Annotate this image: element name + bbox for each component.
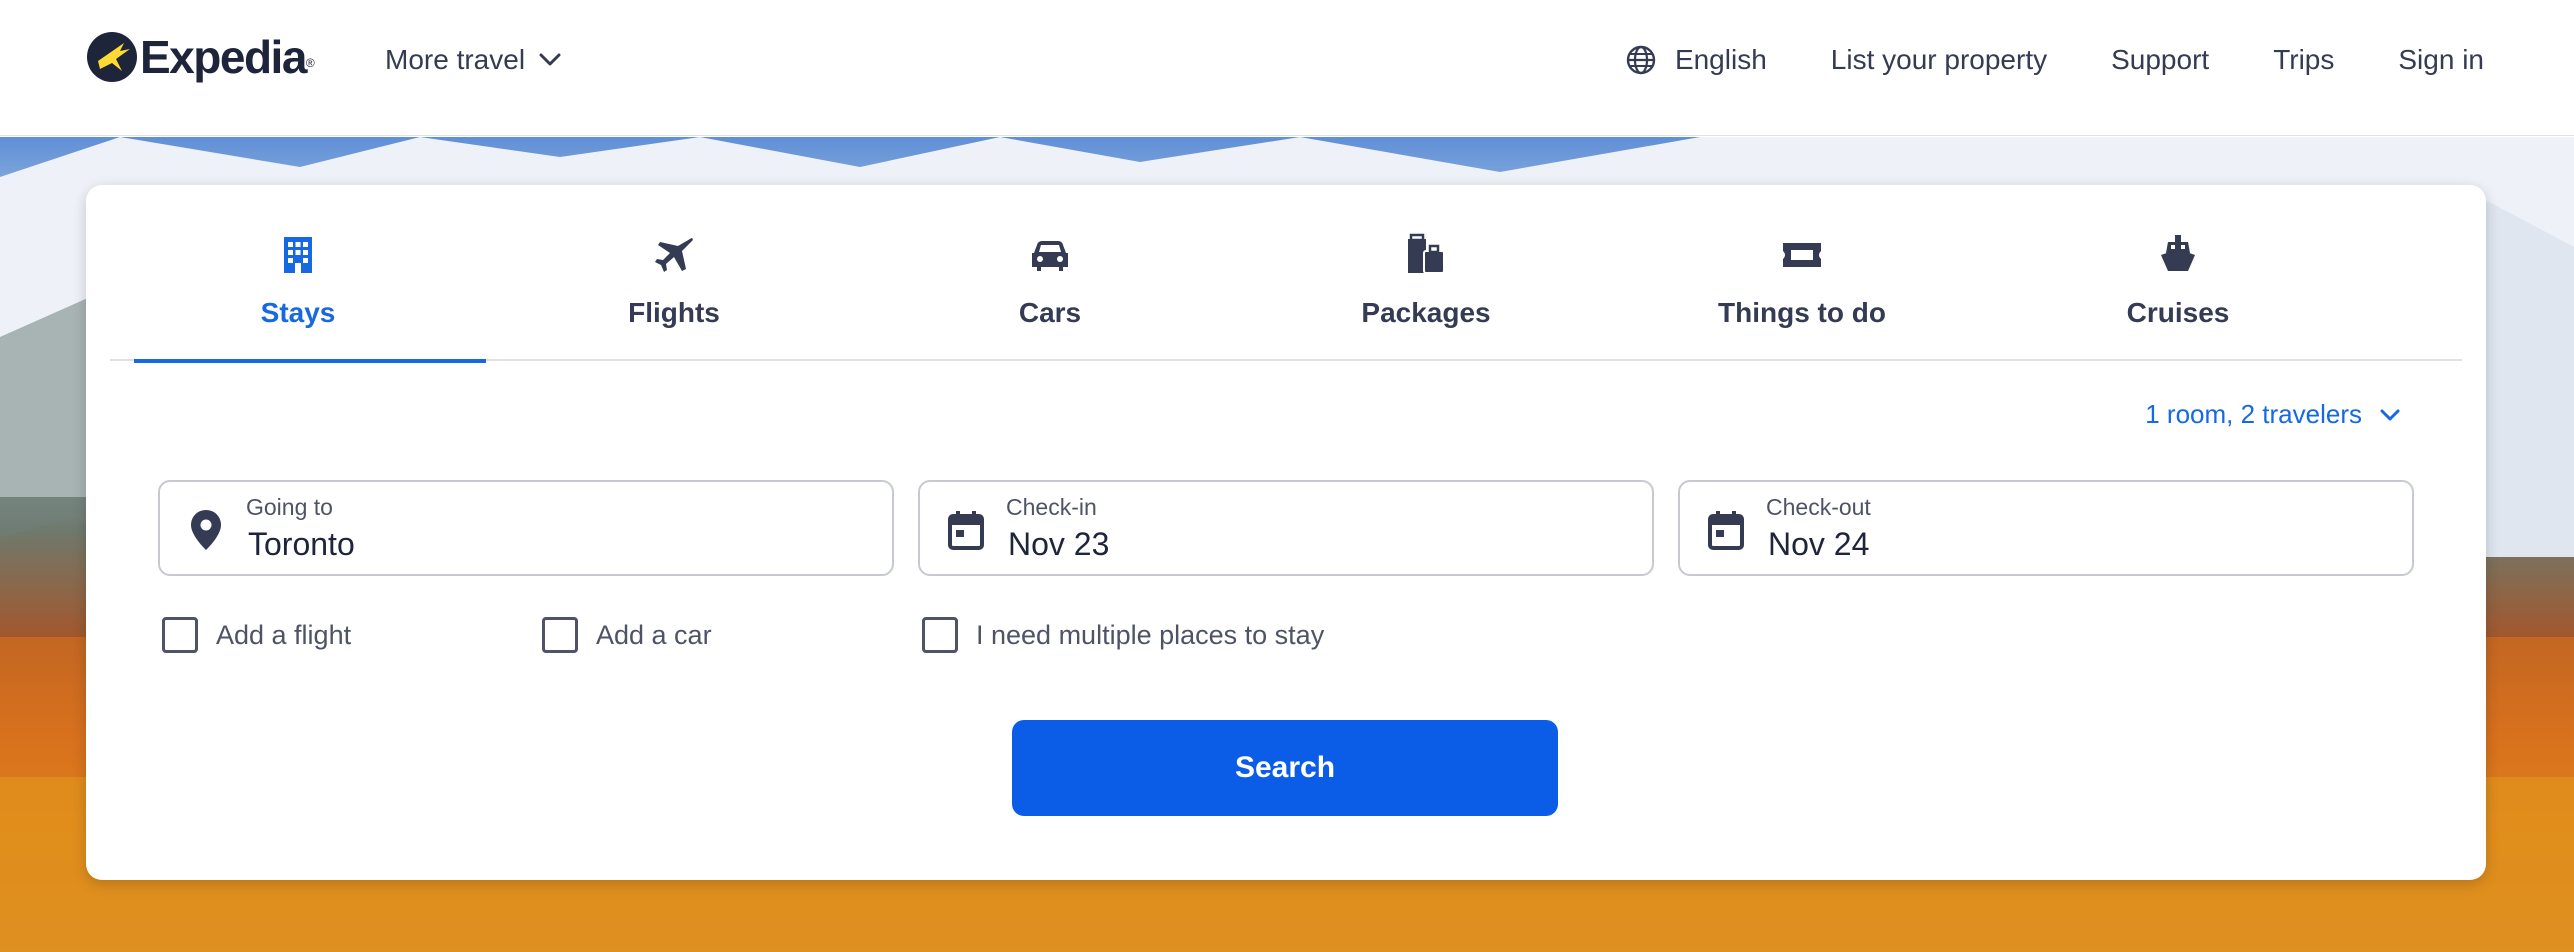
checkbox-box[interactable] xyxy=(922,617,958,653)
multiple-places-label: I need multiple places to stay xyxy=(976,619,1325,650)
tab-cruises[interactable]: Cruises xyxy=(1990,185,2366,361)
search-button[interactable]: Search xyxy=(1012,720,1558,816)
list-your-property-link[interactable]: List your property xyxy=(1831,44,2047,76)
tab-flights[interactable]: Flights xyxy=(486,185,862,361)
tab-stays-label: Stays xyxy=(260,297,336,328)
checkbox-box[interactable] xyxy=(162,617,198,653)
location-pin-icon xyxy=(191,510,221,550)
tab-things-to-do[interactable]: Things to do xyxy=(1614,185,1990,361)
travel-type-tabs: Stays Flights Cars Packages Things to do… xyxy=(110,185,2462,363)
expedia-logo-icon xyxy=(87,32,137,82)
check-out-value: Nov 24 xyxy=(1768,526,1870,562)
cruise-ship-icon xyxy=(2161,235,2195,271)
tab-packages-label: Packages xyxy=(1361,297,1491,328)
check-out-field[interactable]: Check-out Nov 24 xyxy=(1678,480,2414,576)
tab-cars[interactable]: Cars xyxy=(862,185,1238,361)
trips-link[interactable]: Trips xyxy=(2273,44,2334,76)
tab-cars-label: Cars xyxy=(1018,297,1082,328)
tab-flights-label: Flights xyxy=(628,297,720,328)
check-in-label: Check-in xyxy=(1006,494,1097,520)
more-travel-label: More travel xyxy=(385,44,526,75)
chevron-down-icon xyxy=(539,53,561,66)
calendar-icon xyxy=(948,511,984,550)
check-in-field[interactable]: Check-in Nov 23 xyxy=(918,480,1654,576)
tab-cruises-label: Cruises xyxy=(2126,297,2230,328)
more-travel-menu[interactable]: More travel xyxy=(385,44,561,76)
globe-icon xyxy=(1626,45,1656,75)
car-icon xyxy=(1032,241,1068,271)
logo-text: Expedia xyxy=(140,31,307,83)
calendar-icon xyxy=(1708,511,1744,550)
multiple-places-checkbox[interactable]: I need multiple places to stay xyxy=(922,617,1324,653)
going-to-field[interactable]: Going to Toronto xyxy=(158,480,894,576)
registered-mark: ® xyxy=(305,56,315,70)
tab-packages[interactable]: Packages xyxy=(1238,185,1614,361)
support-link[interactable]: Support xyxy=(2111,44,2209,76)
add-car-checkbox[interactable]: Add a car xyxy=(542,617,712,653)
language-selector[interactable]: English xyxy=(1625,44,1767,76)
going-to-label: Going to xyxy=(246,494,333,520)
add-flight-checkbox[interactable]: Add a flight xyxy=(162,617,351,653)
header-nav: English List your property Support Trips… xyxy=(1625,44,2484,76)
add-car-label: Add a car xyxy=(596,619,712,650)
add-flight-label: Add a flight xyxy=(216,619,352,650)
search-card: Stays Flights Cars Packages Things to do… xyxy=(86,185,2486,880)
chevron-down-icon xyxy=(2380,409,2400,420)
going-to-value: Toronto xyxy=(248,526,355,562)
site-header: Expedia ® More travel English List your … xyxy=(0,0,2574,136)
building-icon xyxy=(284,237,312,273)
check-in-value: Nov 23 xyxy=(1008,526,1110,562)
ticket-icon xyxy=(1783,243,1821,267)
airplane-icon xyxy=(655,238,693,272)
tab-stays[interactable]: Stays xyxy=(110,185,486,363)
check-out-label: Check-out xyxy=(1766,494,1871,520)
travelers-selector[interactable]: 1 room, 2 travelers xyxy=(2145,399,2400,430)
expedia-logo[interactable]: Expedia ® xyxy=(86,30,315,84)
luggage-icon xyxy=(1408,233,1445,274)
travelers-label: 1 room, 2 travelers xyxy=(2145,399,2362,429)
sign-in-link[interactable]: Sign in xyxy=(2398,44,2484,76)
tab-things-to-do-label: Things to do xyxy=(1718,297,1886,328)
language-label: English xyxy=(1674,44,1767,75)
checkbox-box[interactable] xyxy=(542,617,578,653)
